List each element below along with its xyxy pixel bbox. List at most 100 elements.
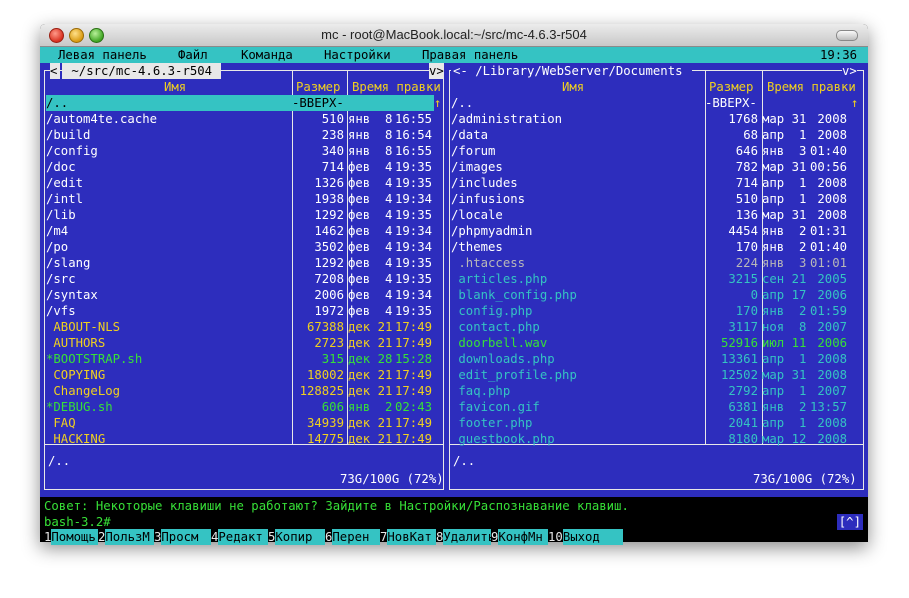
file-size: 13361 <box>720 352 758 366</box>
file-time: 19:35 <box>395 208 433 222</box>
file-row[interactable]: /phpmyadmin 4454 янв 2 01:31 <box>451 223 851 239</box>
file-row[interactable]: AUTHORS 2723 дек 21 17:49 <box>46 335 434 351</box>
file-name: /administration <box>451 112 563 126</box>
file-row[interactable]: /edit 1326 фев 4 19:35 <box>46 175 434 191</box>
file-row[interactable]: /themes 170 янв 2 01:40 <box>451 239 851 255</box>
fkey-4[interactable]: 4Редакт <box>211 529 268 545</box>
file-size: 1292 <box>314 208 344 222</box>
menu-right-panel[interactable]: Правая панель <box>422 47 518 63</box>
file-name: /config <box>46 144 98 158</box>
fkey-3[interactable]: 3Просм <box>154 529 211 545</box>
right-header-time[interactable]: Время правки <box>767 79 856 95</box>
file-row[interactable]: /build 238 янв 8 16:54 <box>46 127 434 143</box>
file-row[interactable]: /infusions 510 апр 1 2008 <box>451 191 851 207</box>
file-row[interactable]: blank_config.php 0 апр 17 2006 <box>451 287 851 303</box>
left-history-button[interactable]: < <box>50 63 60 79</box>
file-row[interactable]: /data 68 апр 1 2008 <box>451 127 851 143</box>
fkey-5[interactable]: 5Копир <box>268 529 325 545</box>
file-row[interactable]: /src 7208 фев 4 19:35 <box>46 271 434 287</box>
fkey-8[interactable]: 8Удалить <box>436 529 495 545</box>
right-panel-path[interactable]: <- /Library/WebServer/Documents <box>451 63 692 79</box>
title-bar[interactable]: mc - root@MacBook.local:~/src/mc-4.6.3-r… <box>40 24 868 47</box>
left-header-name[interactable]: Имя <box>164 79 186 95</box>
file-row[interactable]: /lib 1292 фев 4 19:35 <box>46 207 434 223</box>
file-row[interactable]: config.php 170 янв 2 01:59 <box>451 303 851 319</box>
file-row[interactable]: /po 3502 фев 4 19:34 <box>46 239 434 255</box>
right-header-name[interactable]: Имя <box>562 79 584 95</box>
left-panel-path[interactable]: ~/src/mc-4.6.3-r504 <box>62 63 222 79</box>
file-name: config.php <box>451 304 533 318</box>
file-row[interactable]: /config 340 янв 8 16:55 <box>46 143 434 159</box>
file-name: guestbook.php <box>451 432 555 446</box>
file-row[interactable]: /administration 1768 мар 31 2008 <box>451 111 851 127</box>
right-header-size[interactable]: Размер <box>709 79 753 95</box>
file-row[interactable]: *BOOTSTRAP.sh 315 дек 28 15:28 <box>46 351 434 367</box>
shell-prompt[interactable]: bash-3.2# <box>44 514 111 530</box>
file-row[interactable]: /locale 136 мар 31 2008 <box>451 207 851 223</box>
file-size: 606 <box>321 400 344 414</box>
file-row[interactable]: /vfs 1972 фев 4 19:35 <box>46 303 434 319</box>
parent-dir-row[interactable]: /.. -ВВЕРХ- <box>46 95 434 111</box>
fkey-2[interactable]: 2ПользМ <box>98 529 154 545</box>
fkey-10[interactable]: 10Выход <box>548 529 623 545</box>
menu-command[interactable]: Команда <box>241 47 293 63</box>
file-row[interactable]: footer.php 2041 апр 1 2008 <box>451 415 851 431</box>
mc-menubar: Левая панель Файл Команда Настройки Прав… <box>40 47 868 63</box>
file-row[interactable]: /slang 1292 фев 4 19:35 <box>46 255 434 271</box>
file-row[interactable]: COPYING 18002 дек 21 17:49 <box>46 367 434 383</box>
file-row[interactable]: doorbell.wav 52916 июл 11 2006 <box>451 335 851 351</box>
fkey-1[interactable]: 1Помощь <box>44 529 98 545</box>
fkey-6[interactable]: 6Перен <box>325 529 380 545</box>
left-panel-menu-button[interactable]: v> <box>429 63 444 79</box>
file-row[interactable]: /autom4te.cache 510 янв 8 16:55 <box>46 111 434 127</box>
fkey-9[interactable]: 9КонфМн <box>491 529 548 545</box>
left-header-time[interactable]: Время правки <box>352 79 441 95</box>
fkey-7[interactable]: 7НовКат <box>380 529 436 545</box>
file-row[interactable]: guestbook.php 8180 мар 12 2008 <box>451 431 851 447</box>
file-time: 19:35 <box>395 304 433 318</box>
file-row[interactable]: .htaccess 224 янв 3 01:01 <box>451 255 851 271</box>
file-row[interactable]: faq.php 2792 апр 1 2007 <box>451 383 851 399</box>
terminal-area[interactable]: Левая панель Файл Команда Настройки Прав… <box>40 47 868 545</box>
menu-left-panel[interactable]: Левая панель <box>58 47 147 63</box>
file-row[interactable]: downloads.php 13361 апр 1 2008 <box>451 351 851 367</box>
file-row[interactable]: FAQ 34939 дек 21 17:49 <box>46 415 434 431</box>
file-time: 01:01 <box>810 256 848 270</box>
file-name: /doc <box>46 160 76 174</box>
file-time: 2005 <box>810 272 848 286</box>
file-row[interactable]: /m4 1462 фев 4 19:34 <box>46 223 434 239</box>
file-row[interactable]: ChangeLog 128825 дек 21 17:49 <box>46 383 434 399</box>
file-row[interactable]: /intl 1938 фев 4 19:34 <box>46 191 434 207</box>
file-time: 2008 <box>810 416 848 430</box>
file-row[interactable]: contact.php 3117 ноя 8 2007 <box>451 319 851 335</box>
left-header-size[interactable]: Размер <box>296 79 340 95</box>
file-name: edit_profile.php <box>451 368 577 382</box>
file-time: 01:31 <box>810 224 848 238</box>
file-row[interactable]: articles.php 3215 сен 21 2005 <box>451 271 851 287</box>
file-row[interactable]: /syntax 2006 фев 4 19:34 <box>46 287 434 303</box>
right-panel-menu-button[interactable]: v> <box>842 63 857 79</box>
scroll-up-icon[interactable]: ↑ <box>851 95 858 111</box>
file-row[interactable]: HACKING 14775 дек 21 17:49 <box>46 431 434 447</box>
parent-dir-row[interactable]: /.. -ВВЕРХ- <box>451 95 851 111</box>
file-row[interactable]: ABOUT-NLS 67388 дек 21 17:49 <box>46 319 434 335</box>
file-row[interactable]: *DEBUG.sh 606 янв 2 02:43 <box>46 399 434 415</box>
file-name: /intl <box>46 192 84 206</box>
menu-file[interactable]: Файл <box>178 47 208 63</box>
menu-options[interactable]: Настройки <box>324 47 391 63</box>
right-panel[interactable]: <- /Library/WebServer/Documents v> Имя Р… <box>449 63 864 497</box>
file-date: фев 4 <box>348 208 393 222</box>
file-date: янв 2 <box>762 240 807 254</box>
file-row[interactable]: /forum 646 янв 3 01:40 <box>451 143 851 159</box>
file-row[interactable]: edit_profile.php 12502 мар 31 2008 <box>451 367 851 383</box>
file-row[interactable]: /images 782 мар 31 00:56 <box>451 159 851 175</box>
scroll-up-icon[interactable]: ↑ <box>434 95 441 111</box>
file-row[interactable]: /includes 714 апр 1 2008 <box>451 175 851 191</box>
file-row[interactable]: favicon.gif 6381 янв 2 13:57 <box>451 399 851 415</box>
file-size: 18002 <box>306 368 344 382</box>
file-row[interactable]: /doc 714 фев 4 19:35 <box>46 159 434 175</box>
toolbar-toggle-icon[interactable] <box>836 30 858 41</box>
left-panel[interactable]: < ~/src/mc-4.6.3-r504 v> Имя Размер Врем… <box>44 63 444 497</box>
file-size: 68 <box>743 128 758 142</box>
file-date: дек 21 <box>348 336 393 350</box>
